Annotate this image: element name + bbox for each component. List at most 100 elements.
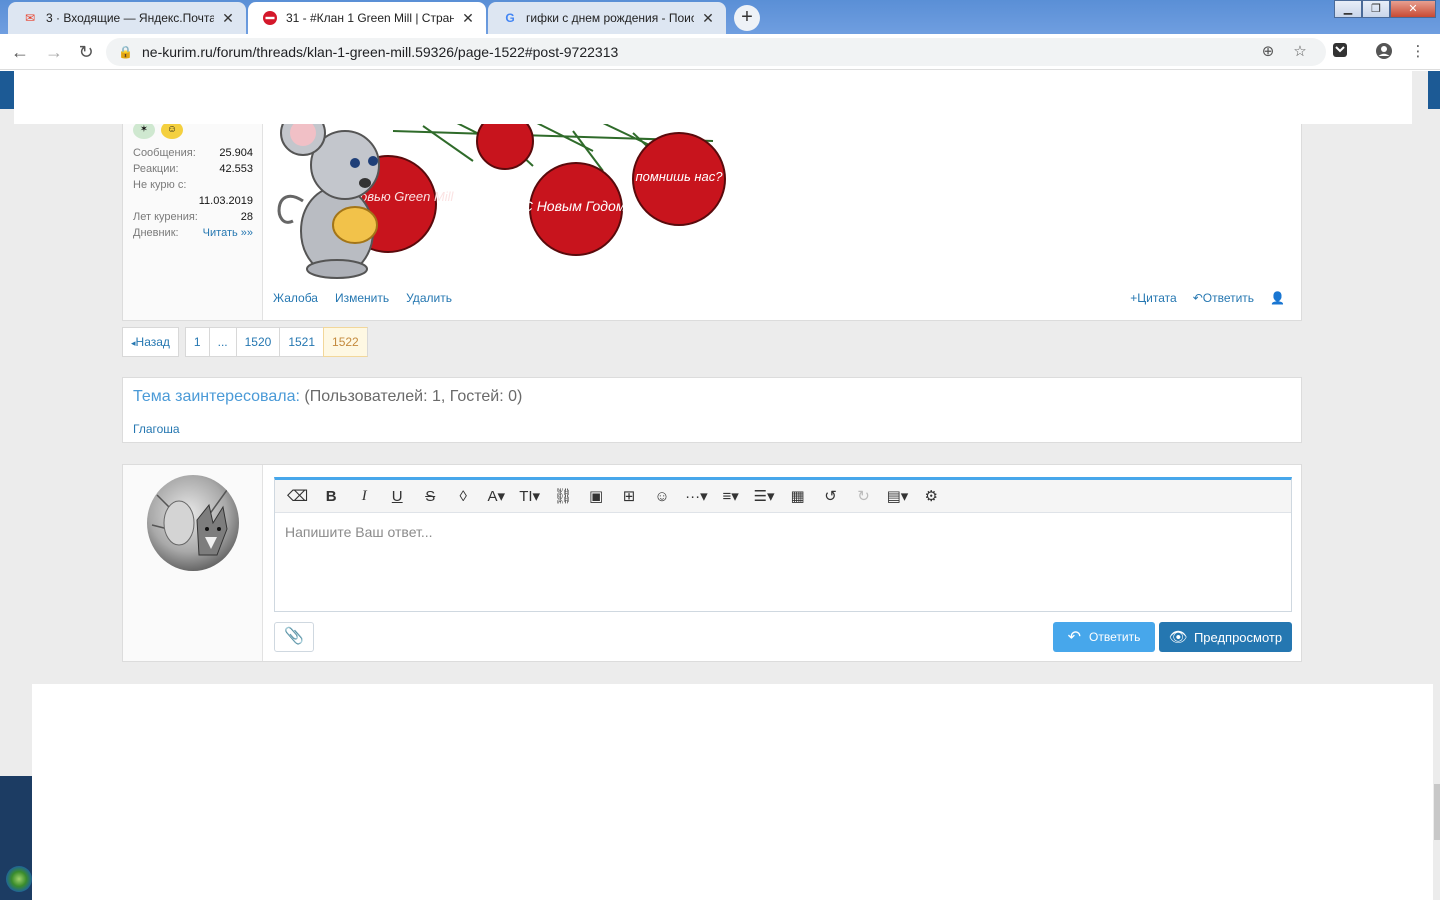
bookmark-star-icon[interactable]: ☆ [1290,42,1310,62]
diary-link[interactable]: Читать »» [203,225,253,241]
editor-toolbar: ⌫ B I U S ◊ A▾ TI▾ ⛓ ▣ ⊞ ☺ ···▾ ≡▾ ☰▾ ▦ … [275,480,1291,513]
color-drop-icon[interactable]: ◊ [449,484,477,508]
forward-arrow-icon[interactable]: → [42,40,66,64]
sticky-header [14,71,1412,124]
address-bar[interactable]: 🔒 ne-kurim.ru/forum/threads/klan-1-green… [106,38,1326,66]
extension-icon[interactable] [1330,42,1350,62]
profile-icon[interactable] [1374,42,1394,62]
delete-link[interactable]: Удалить [406,291,452,305]
close-icon[interactable]: ✕ [700,10,716,27]
block-header: Тема заинтересовала: (Пользователей: 1, … [133,388,522,406]
window-close-button[interactable]: ✕ [1390,0,1436,18]
header-strip-right [1428,71,1440,109]
thread-viewers-block: Тема заинтересовала: (Пользователей: 1, … [122,377,1302,443]
minimize-button[interactable]: ▁ [1334,0,1362,18]
google-icon: G [505,11,515,25]
link-icon[interactable]: ⛓ [549,484,577,508]
user-stats: Сообщения: 25.904 Реакции: 42.553 Не курю … [133,145,253,241]
page-link[interactable]: 1521 [279,327,324,357]
preview-button-label: Предпросмотр [1193,629,1283,645]
eraser-icon[interactable]: ⌫ [283,484,312,508]
list-icon[interactable]: ☰▾ [750,484,779,508]
attach-button[interactable]: 📎 [274,622,314,652]
post-user-pane: ✶ ☺ Сообщения: 25.904 Реакции: 42.553 Не к… [123,101,263,320]
browser-tabbar: ✉ 3 · Входящие — Яндекс.Почта ✕ 31 - #Кл… [0,0,1440,34]
pagination: ◂Назад 1 ... 1520 1521 1522 [122,327,368,357]
tab-google-search[interactable]: G гифки с днем рождения - Поиск ✕ [488,2,726,34]
save-draft-icon[interactable]: ▤▾ [883,484,913,508]
tab-forum[interactable]: 31 - #Клан 1 Green Mill | Страниц ✕ [248,2,486,34]
underline-icon[interactable]: U [383,484,411,508]
more-icon[interactable]: ···▾ [681,484,712,508]
quote-button[interactable]: +Цитата [1130,291,1176,305]
tab-yandex-mail[interactable]: ✉ 3 · Входящие — Яндекс.Почта ✕ [8,2,246,34]
paperclip-icon: 📎 [284,628,304,645]
reply-link[interactable]: ↶Ответить [1193,291,1254,305]
reply-input-placeholder[interactable]: Напишите Ваш ответ... [285,524,433,540]
italic-icon[interactable]: I [350,484,378,508]
maximize-button[interactable]: ❐ [1362,0,1390,18]
stat-value: 42.553 [219,163,253,175]
stat-label: Реакции: [133,163,179,175]
add-icon[interactable]: ⊕ [1258,42,1278,62]
strikethrough-icon[interactable]: S [416,484,444,508]
reply-arrow-icon: ↶ [1192,291,1203,305]
page-link[interactable]: 1 [184,327,209,357]
ornament-text: помнишь нас? [635,169,723,184]
scrollbar-thumb[interactable] [1434,784,1440,840]
post-actions-left: Жалоба Изменить Удалить [273,291,452,305]
stat-value: 11.03.2019 [198,195,253,207]
font-size-icon[interactable]: TI▾ [515,484,544,508]
media-icon[interactable]: ⊞ [615,484,643,508]
post-actions-right: +Цитата ↶Ответить 👤 [1130,291,1285,305]
user-icon[interactable]: 👤 [1270,291,1285,305]
viewer-user-link[interactable]: Глагоша [133,422,180,436]
forum-icon [262,10,278,26]
reply-submit-button[interactable]: ↶ Ответить [1053,622,1155,652]
block-title[interactable]: Тема заинтересовала: [133,388,300,405]
reply-arrow-icon: ↶ [1067,629,1082,646]
post-image: С любовью Green Mill С Новым Годом! помн… [273,110,733,281]
stat-label: Лет курения: [133,211,198,223]
smiley-icon[interactable]: ☺ [648,484,676,508]
image-icon[interactable]: ▣ [582,484,610,508]
page-link[interactable]: 1520 [235,327,280,357]
stat-value: 28 [240,211,253,223]
windows-start-icon[interactable] [6,866,32,892]
close-icon[interactable]: ✕ [220,10,236,27]
stat-label: Не курю с: [133,179,187,191]
new-tab-button[interactable]: + [734,5,760,31]
eye-icon: 👁 [1168,629,1188,646]
stat-value: 25.904 [219,147,253,159]
redo-icon[interactable]: ↻ [850,484,878,508]
reload-icon[interactable]: ↻ [74,40,98,64]
ornament-text: С Новым Годом! [523,198,630,214]
edit-link[interactable]: Изменить [335,291,389,305]
page-ellipsis[interactable]: ... [208,327,236,357]
quick-reply: ⌫ B I U S ◊ A▾ TI▾ ⛓ ▣ ⊞ ☺ ···▾ ≡▾ ☰▾ ▦ … [122,464,1302,662]
mail-icon: ✉ [24,11,36,25]
back-arrow-icon[interactable]: ← [8,40,32,64]
prev-page-button[interactable]: ◂Назад [122,327,179,357]
undo-icon[interactable]: ↺ [817,484,845,508]
prev-label: Назад [135,335,170,349]
align-icon[interactable]: ≡▾ [717,484,745,508]
table-icon[interactable]: ▦ [784,484,812,508]
close-icon[interactable]: ✕ [460,10,476,27]
reply-button-label: Ответить [1089,630,1141,644]
gear-icon[interactable]: ⚙ [917,484,945,508]
avatar[interactable] [147,475,239,571]
viewer-counts: (Пользователей: 1, Гостей: 0) [304,388,523,405]
reply-editor: ⌫ B I U S ◊ A▾ TI▾ ⛓ ▣ ⊞ ☺ ···▾ ≡▾ ☰▾ ▦ … [274,477,1292,612]
overlay-panel [32,684,1433,900]
menu-dots-icon[interactable]: ⋮ [1408,42,1428,62]
bold-icon[interactable]: B [317,484,345,508]
report-link[interactable]: Жалоба [273,291,318,305]
stat-label: Дневник: [133,227,179,239]
reply-user-pane [123,465,263,661]
stat-label: Сообщения: [133,147,196,159]
current-page[interactable]: 1522 [323,327,368,357]
browser-toolbar: ← → ↻ 🔒 ne-kurim.ru/forum/threads/klan-1… [0,34,1440,70]
font-family-icon[interactable]: A▾ [482,484,510,508]
preview-button[interactable]: 👁 Предпросмотр [1159,622,1292,652]
